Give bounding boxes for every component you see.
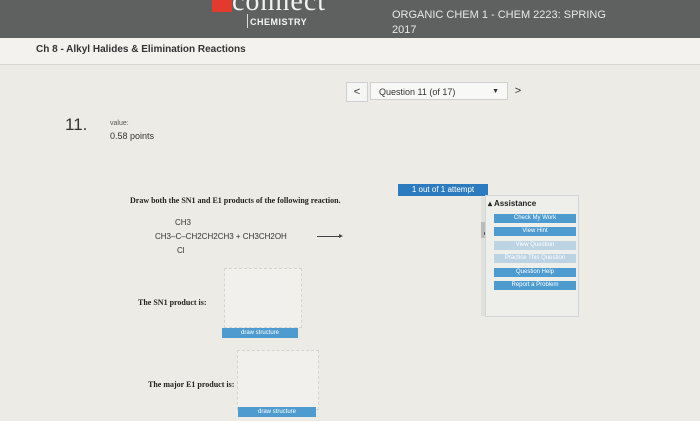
next-question-button[interactable]: >	[512, 82, 524, 100]
previous-question-button[interactable]: <	[346, 82, 368, 102]
question-help-button[interactable]: Question Help	[494, 268, 576, 277]
chapter-title: Ch 8 - Alkyl Halides & Elimination React…	[36, 44, 246, 55]
logo-subtitle: CHEMISTRY	[250, 17, 308, 27]
reaction-methyl-substituent: CH3	[175, 218, 192, 227]
e1-drawing-area[interactable]	[237, 350, 319, 410]
question-number: 11.	[65, 115, 88, 134]
value-label: value:	[110, 120, 129, 127]
view-question-button[interactable]: View Question	[494, 241, 576, 250]
reaction-arrow-icon	[317, 234, 343, 238]
attempt-status-badge: 1 out of 1 attempt	[398, 184, 488, 196]
view-hint-button[interactable]: View Hint	[494, 227, 576, 236]
reaction-chloro-substituent: Cl	[177, 246, 185, 255]
question-select-value: Question 11 (of 17)	[379, 87, 456, 97]
draw-structure-button-e1[interactable]: draw structure	[238, 407, 316, 417]
question-select[interactable]: Question 11 (of 17) ▼	[370, 82, 508, 100]
points-value: 0.58 points	[110, 131, 155, 141]
sn1-drawing-area[interactable]	[224, 268, 302, 328]
check-my-work-button[interactable]: Check My Work	[494, 214, 576, 223]
report-problem-button[interactable]: Report a Problem	[494, 281, 576, 290]
connect-logo-mark	[212, 0, 232, 12]
practice-question-button[interactable]: Practice This Question	[494, 254, 576, 263]
logo-divider	[247, 14, 248, 28]
chevron-down-icon: ▼	[492, 88, 499, 95]
draw-structure-button-sn1[interactable]: draw structure	[222, 328, 298, 338]
course-title: ORGANIC CHEM 1 - CHEM 2223: SPRING 2017	[392, 9, 606, 36]
assistance-title-text: Assistance	[493, 199, 537, 208]
sn1-product-label: The SN1 product is:	[138, 298, 207, 307]
e1-product-label: The major E1 product is:	[148, 380, 235, 389]
reaction-scheme: CH3 CH3–C–CH2CH2CH3 + CH3CH2OH Cl	[155, 218, 355, 258]
reaction-main-line: CH3–C–CH2CH2CH3 + CH3CH2OH	[155, 232, 287, 241]
question-navigator: < Question 11 (of 17) ▼ >	[346, 82, 526, 102]
question-prompt: Draw both the SN1 and E1 products of the…	[130, 196, 341, 205]
assistance-title: ▴ Assistance	[488, 199, 537, 208]
